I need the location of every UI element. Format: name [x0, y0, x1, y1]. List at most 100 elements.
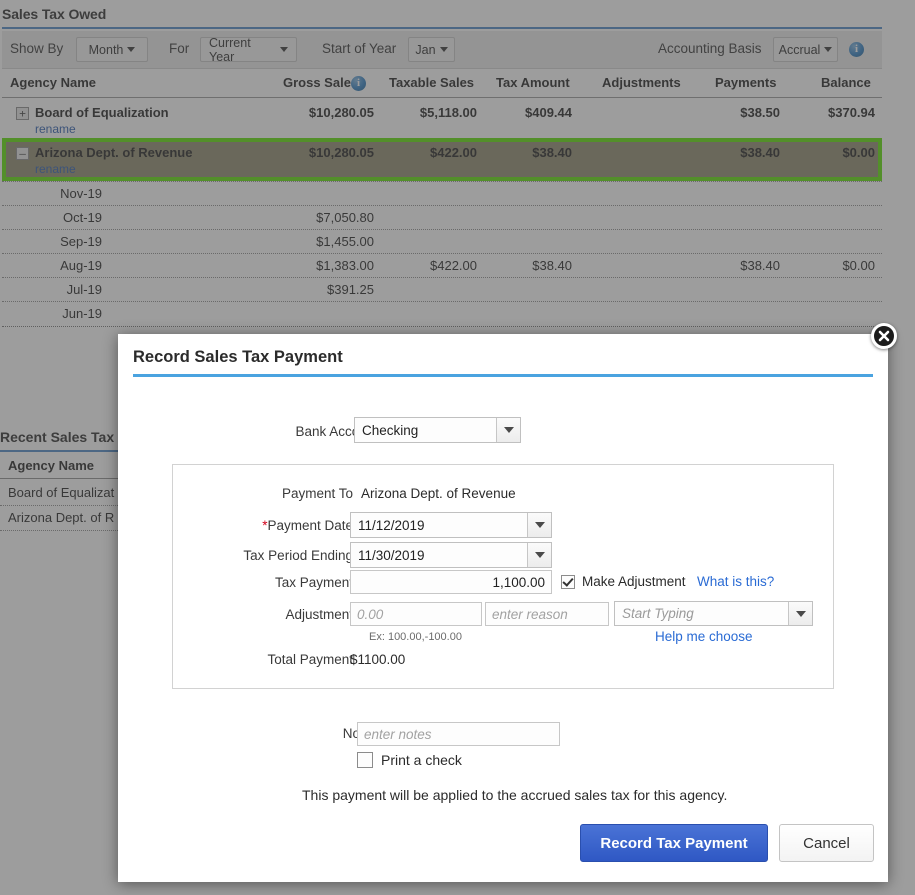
help-me-choose-link[interactable]: Help me choose [655, 629, 753, 644]
recent-col-agency-name: Agency Name [8, 458, 94, 473]
col-payments: Payments [715, 75, 777, 90]
recent-row-divider [0, 505, 118, 506]
recent-list-item[interactable]: Arizona Dept. of R [8, 510, 114, 525]
what-is-this-link[interactable]: What is this? [697, 574, 774, 589]
tax-period-ending-value: 11/30/2019 [358, 548, 425, 563]
recent-row-divider [0, 530, 118, 531]
bank-account-value: Checking [362, 423, 419, 438]
start-of-year-label: Start of Year [322, 41, 397, 56]
start-of-year-select[interactable]: Jan [408, 37, 455, 62]
period-label: Jun-19 [62, 306, 102, 321]
period-label: Oct-19 [62, 210, 102, 225]
show-by-select[interactable]: Month [76, 37, 148, 62]
recent-sales-tax-title: Recent Sales Tax [0, 429, 115, 445]
total-payment-value: $1100.00 [350, 652, 406, 667]
sub-row[interactable]: Aug-19 $1,383.00 $422.00 $38.40 $38.40 $… [2, 255, 882, 279]
adjustment-account-placeholder: Start Typing [622, 606, 694, 621]
calendar-dropdown-icon[interactable] [527, 513, 551, 537]
row-divider [2, 326, 882, 327]
agency-name: Arizona Dept. of Revenue [35, 145, 193, 160]
adjustment-reason-input[interactable] [485, 602, 609, 626]
cell-tax-amount: $38.40 [532, 145, 572, 160]
payment-to-label: Payment To [281, 486, 353, 501]
table-row[interactable]: – Arizona Dept. of Revenue rename $10,28… [2, 140, 882, 180]
payment-to-value: Arizona Dept. of Revenue [361, 486, 516, 501]
adjustment-amount-input[interactable] [350, 602, 482, 626]
period-label: Aug-19 [60, 258, 102, 273]
sub-row[interactable]: Jul-19 $391.25 [2, 279, 882, 303]
sub-row[interactable]: Sep-19 $1,455.00 [2, 231, 882, 255]
col-tax-amount: Tax Amount [496, 75, 570, 90]
chevron-down-icon[interactable] [788, 602, 812, 625]
accounting-basis-value: Accrual [778, 42, 821, 57]
info-icon[interactable]: i [351, 76, 366, 91]
cancel-button[interactable]: Cancel [779, 824, 874, 862]
row-divider [2, 277, 882, 278]
payment-date-label-text: Payment Date [267, 518, 353, 533]
expand-row-icon[interactable]: + [16, 107, 29, 120]
cell-balance: $370.94 [828, 105, 875, 120]
page-title: Sales Tax Owed [2, 6, 107, 22]
period-label: Sep-19 [60, 234, 102, 249]
dialog-title: Record Sales Tax Payment [133, 348, 343, 366]
col-agency-name: Agency Name [10, 75, 96, 90]
recent-row-divider [0, 478, 118, 479]
row-divider [2, 229, 882, 230]
footer-note: This payment will be applied to the accr… [302, 787, 728, 803]
record-tax-payment-button[interactable]: Record Tax Payment [580, 824, 768, 862]
table-row[interactable]: + Board of Equalization rename $10,280.0… [2, 100, 882, 138]
accounting-basis-select[interactable]: Accrual [773, 37, 838, 62]
close-icon[interactable] [871, 323, 897, 349]
rename-link[interactable]: rename [35, 162, 76, 176]
chevron-down-icon [280, 47, 288, 52]
make-adjustment-checkbox[interactable] [561, 575, 575, 589]
chevron-down-icon [824, 47, 833, 52]
filter-toolbar: Show By Month For Current Year Start of … [2, 31, 882, 69]
recent-panel-divider [0, 450, 118, 452]
payment-date-value: 11/12/2019 [358, 518, 425, 533]
agency-name: Board of Equalization [35, 105, 169, 120]
tax-period-ending-field[interactable]: 11/30/2019 [350, 542, 552, 568]
make-adjustment-label: Make Adjustment [582, 574, 686, 589]
payment-date-label: *Payment Date [198, 518, 353, 533]
sub-row[interactable]: Oct-19 $7,050.80 [2, 207, 882, 231]
payment-date-field[interactable]: 11/12/2019 [350, 512, 552, 538]
tax-payment-input[interactable] [350, 570, 552, 594]
cell-balance: $0.00 [842, 258, 875, 273]
record-sales-tax-payment-dialog: Record Sales Tax Payment Bank Account Ch… [118, 334, 888, 882]
print-check-label: Print a check [381, 752, 462, 768]
row-divider [2, 301, 882, 302]
chevron-down-icon[interactable] [496, 418, 520, 442]
adjustment-label: Adjustment [285, 607, 353, 622]
info-icon[interactable]: i [849, 42, 864, 57]
sub-row[interactable]: Jun-19 [2, 303, 882, 327]
adjustment-hint: Ex: 100.00,-100.00 [369, 631, 462, 643]
for-label: For [169, 41, 190, 56]
sub-row[interactable]: Nov-19 [2, 183, 882, 207]
show-by-value: Month [88, 42, 124, 57]
rename-link[interactable]: rename [35, 122, 76, 136]
col-taxable-sales: Taxable Sales [389, 75, 475, 90]
dialog-title-underline [133, 374, 873, 377]
bank-account-select[interactable]: Checking [354, 417, 521, 443]
cell-balance: $0.00 [842, 145, 875, 160]
recent-list-item[interactable]: Board of Equalizat [8, 485, 114, 500]
print-check-checkbox[interactable] [357, 752, 373, 768]
collapse-row-icon[interactable]: – [16, 147, 29, 160]
panel-divider [2, 27, 882, 29]
for-select[interactable]: Current Year [200, 35, 297, 64]
period-label: Jul-19 [66, 282, 102, 297]
col-balance: Balance [821, 75, 871, 90]
cell-tax-amount: $38.40 [532, 258, 572, 273]
chevron-down-icon [439, 47, 448, 52]
adjustment-account-select[interactable]: Start Typing [614, 601, 813, 626]
notes-input[interactable] [357, 722, 560, 746]
for-value: Current Year [209, 35, 251, 64]
tax-period-ending-label: Tax Period Ending [243, 548, 353, 563]
row-divider [2, 253, 882, 254]
cell-gross-sales: $391.25 [327, 282, 374, 297]
tax-payment-label: Tax Payment [274, 575, 353, 590]
calendar-dropdown-icon[interactable] [527, 543, 551, 567]
row-divider [2, 181, 882, 182]
cell-tax-amount: $409.44 [525, 105, 572, 120]
